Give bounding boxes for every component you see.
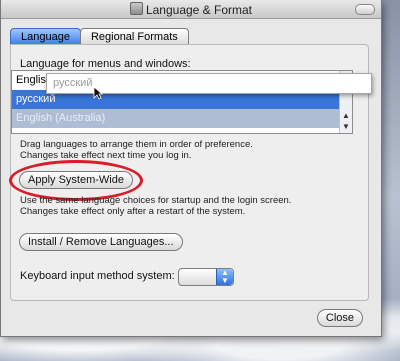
titlebar[interactable]: Language & Format (1, 0, 381, 19)
scroll-down-icon[interactable]: ▼ (340, 122, 352, 132)
apply-note-line-1: Use the same language choices for startu… (20, 195, 292, 206)
toolbar-toggle-button[interactable] (355, 4, 375, 15)
window-title-text: Language & Format (145, 3, 253, 17)
keyboard-method-label: Keyboard input method system: (20, 270, 175, 282)
list-item[interactable]: English (Australia) (12, 109, 352, 128)
drag-note-line-2: Changes take effect next time you log in… (20, 150, 192, 161)
apply-instructions: Use the same language choices for startu… (20, 195, 291, 217)
install-remove-languages-button[interactable]: Install / Remove Languages... (19, 233, 183, 251)
close-button[interactable]: Close (316, 309, 363, 327)
drag-note-line-1: Drag languages to arrange them in order … (20, 139, 253, 150)
stepper-arrows-icon: ▲ ▼ (216, 269, 233, 285)
preferences-window: Language & Format Language Regional Form… (0, 0, 382, 337)
window-title: Language & Format (1, 2, 381, 17)
mouse-pointer-icon (93, 86, 103, 100)
drag-instructions: Drag languages to arrange them in order … (20, 139, 253, 161)
apply-note-line-2: Changes take effect only after a restart… (20, 206, 246, 217)
apply-system-wide-button[interactable]: Apply System-Wide (19, 171, 133, 189)
keyboard-method-select[interactable]: ▲ ▼ (178, 268, 234, 286)
scroll-up-icon[interactable]: ▲ (340, 111, 352, 121)
language-list-header: Language for menus and windows: (20, 58, 191, 70)
app-icon (129, 2, 143, 15)
